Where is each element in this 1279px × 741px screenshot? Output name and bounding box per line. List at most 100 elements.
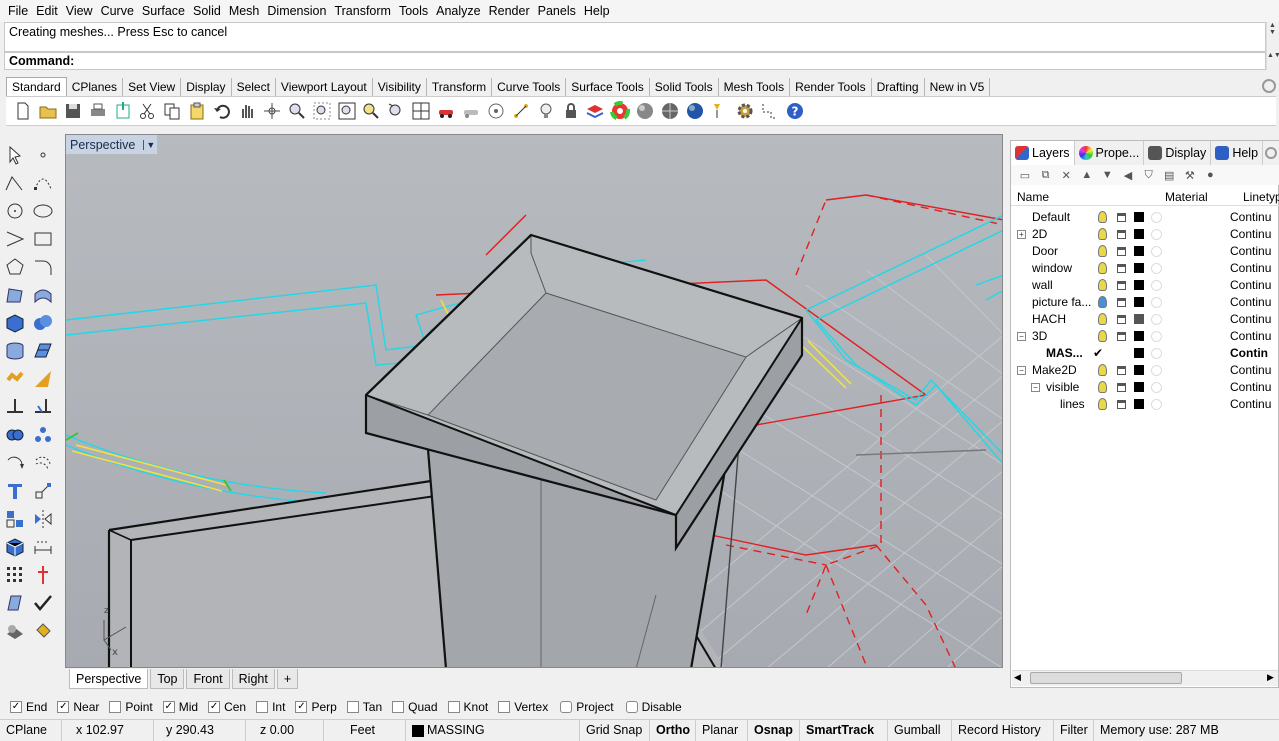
collapse-icon[interactable]: − xyxy=(1017,332,1026,341)
osnap-cen[interactable]: ✓ Cen xyxy=(208,700,246,714)
scale-icon[interactable] xyxy=(31,479,55,503)
select-arrow-icon[interactable] xyxy=(3,143,27,167)
osnap-checkbox[interactable] xyxy=(256,701,269,713)
osnap-vertex[interactable]: Vertex xyxy=(498,700,548,714)
command-line-scrollbar[interactable]: ▲▼ xyxy=(1266,52,1279,70)
move-up-icon[interactable]: ▲ xyxy=(1079,167,1095,183)
array-icon[interactable] xyxy=(31,423,55,447)
material-circle-icon[interactable] xyxy=(1151,212,1162,223)
visibility-bulb-icon[interactable] xyxy=(1098,330,1107,342)
layer-row[interactable]: − visible Continu xyxy=(1011,379,1279,396)
scroll-right-arrow-icon[interactable]: ▶ xyxy=(1267,672,1274,683)
select-points-icon[interactable] xyxy=(510,100,532,122)
lock-icon[interactable] xyxy=(1117,281,1126,290)
osnap-checkbox[interactable] xyxy=(625,701,638,713)
tab-help[interactable]: Help xyxy=(1211,141,1264,165)
command-history-scrollbar[interactable]: ▲ ▼ xyxy=(1266,22,1278,52)
layer-name[interactable]: window xyxy=(1032,261,1072,275)
lock-icon[interactable] xyxy=(1117,383,1126,392)
layer-color-swatch[interactable] xyxy=(1134,331,1144,341)
layer-color-swatch[interactable] xyxy=(1134,399,1144,409)
layer-color-swatch[interactable] xyxy=(1134,280,1144,290)
panel-settings-gear-icon[interactable] xyxy=(1265,147,1277,159)
layer-linetype[interactable]: Continu xyxy=(1230,363,1271,377)
layer-color-swatch[interactable] xyxy=(1134,229,1144,239)
layer-name[interactable]: 3D xyxy=(1032,329,1047,343)
zoom-selected-icon[interactable] xyxy=(360,100,382,122)
layer-color-swatch[interactable] xyxy=(1134,212,1144,222)
layer-color-swatch[interactable] xyxy=(1134,348,1144,358)
menu-analyze[interactable]: Analyze xyxy=(432,1,484,21)
menu-solid[interactable]: Solid xyxy=(189,1,225,21)
osnap-knot[interactable]: Knot xyxy=(447,700,488,714)
rectangle-icon[interactable] xyxy=(31,227,55,251)
tools-icon[interactable]: ⚒ xyxy=(1182,167,1198,183)
lock-icon[interactable] xyxy=(1117,298,1126,307)
sphere-solid-icon[interactable] xyxy=(31,311,55,335)
status-smarttrack[interactable]: SmartTrack xyxy=(800,720,888,741)
circle-icon[interactable] xyxy=(3,199,27,223)
check-icon[interactable] xyxy=(31,591,55,615)
osnap-mid[interactable]: ✓ Mid xyxy=(162,700,198,714)
osnap-point[interactable]: Point xyxy=(109,700,153,714)
boolean-union-icon[interactable] xyxy=(3,423,27,447)
dimension-tool-icon[interactable] xyxy=(759,100,781,122)
osnap-quad[interactable]: Quad xyxy=(392,700,438,714)
layer-name[interactable]: picture fa... xyxy=(1032,295,1091,309)
material-circle-icon[interactable] xyxy=(1151,399,1162,410)
four-viewports-icon[interactable] xyxy=(410,100,432,122)
osnap-checkbox[interactable] xyxy=(346,701,359,713)
cylinder-solid-icon[interactable] xyxy=(3,339,27,363)
osnap-checkbox[interactable] xyxy=(447,701,460,713)
surface-points-icon[interactable] xyxy=(3,283,27,307)
menu-mesh[interactable]: Mesh xyxy=(225,1,264,21)
menu-tools[interactable]: Tools xyxy=(395,1,432,21)
status-gumball[interactable]: Gumball xyxy=(888,720,952,741)
lock-icon[interactable] xyxy=(1117,366,1126,375)
menu-panels[interactable]: Panels xyxy=(534,1,580,21)
curve-control-points-icon[interactable] xyxy=(31,171,55,195)
layer-name[interactable]: MAS... xyxy=(1046,346,1083,360)
column-material-header[interactable]: Material xyxy=(1165,190,1208,204)
command-line[interactable]: Command: xyxy=(4,52,1266,70)
status-planar[interactable]: Planar xyxy=(696,720,748,741)
layer-color-swatch[interactable] xyxy=(1134,365,1144,375)
osnap-checkbox[interactable]: ✓ xyxy=(57,701,70,713)
menu-transform[interactable]: Transform xyxy=(330,1,395,21)
osnap-checkbox[interactable] xyxy=(498,701,511,713)
polygon-icon[interactable] xyxy=(3,255,27,279)
text-icon[interactable] xyxy=(3,479,27,503)
tab-properties[interactable]: Prope... xyxy=(1075,141,1145,165)
menu-view[interactable]: View xyxy=(62,1,97,21)
toolbar-tab-curve-tools[interactable]: Curve Tools xyxy=(492,78,567,96)
status-record-history[interactable]: Record History xyxy=(952,720,1054,741)
arc-icon[interactable] xyxy=(3,227,27,251)
toolbar-tab-new-in-v5[interactable]: New in V5 xyxy=(925,78,991,96)
osnap-checkbox[interactable] xyxy=(109,701,122,713)
zoom-extents-icon[interactable] xyxy=(336,100,358,122)
new-file-icon[interactable] xyxy=(12,100,34,122)
toolbar-tab-set-view[interactable]: Set View xyxy=(123,78,182,96)
layer-row[interactable]: Default Continu xyxy=(1011,209,1279,226)
layer-row[interactable]: wall Continu xyxy=(1011,277,1279,294)
status-filter[interactable]: Filter xyxy=(1054,720,1094,741)
filter-icon[interactable]: ⛉ xyxy=(1141,167,1157,183)
layer-name[interactable]: HACH xyxy=(1032,312,1066,326)
shaded-sphere-icon[interactable] xyxy=(634,100,656,122)
layer-linetype[interactable]: Continu xyxy=(1230,210,1271,224)
pan-hand-icon[interactable] xyxy=(236,100,258,122)
viewport-tab-top[interactable]: Top xyxy=(150,669,185,689)
print-icon[interactable] xyxy=(87,100,109,122)
render-shape-icon[interactable] xyxy=(3,619,27,643)
block-icon[interactable] xyxy=(3,535,27,559)
osnap-int[interactable]: Int xyxy=(256,700,285,714)
mesh-icon[interactable] xyxy=(31,339,55,363)
column-linetype-header[interactable]: Linetyp xyxy=(1243,190,1279,204)
visibility-bulb-icon[interactable] xyxy=(1098,211,1107,223)
scroll-left-arrow-icon[interactable]: ◀ xyxy=(1014,672,1021,683)
object-snap-icon[interactable] xyxy=(485,100,507,122)
layer-color-swatch[interactable] xyxy=(1134,263,1144,273)
lock-icon[interactable] xyxy=(560,100,582,122)
lock-icon[interactable] xyxy=(1117,230,1126,239)
toolbar-tab-drafting[interactable]: Drafting xyxy=(872,78,925,96)
